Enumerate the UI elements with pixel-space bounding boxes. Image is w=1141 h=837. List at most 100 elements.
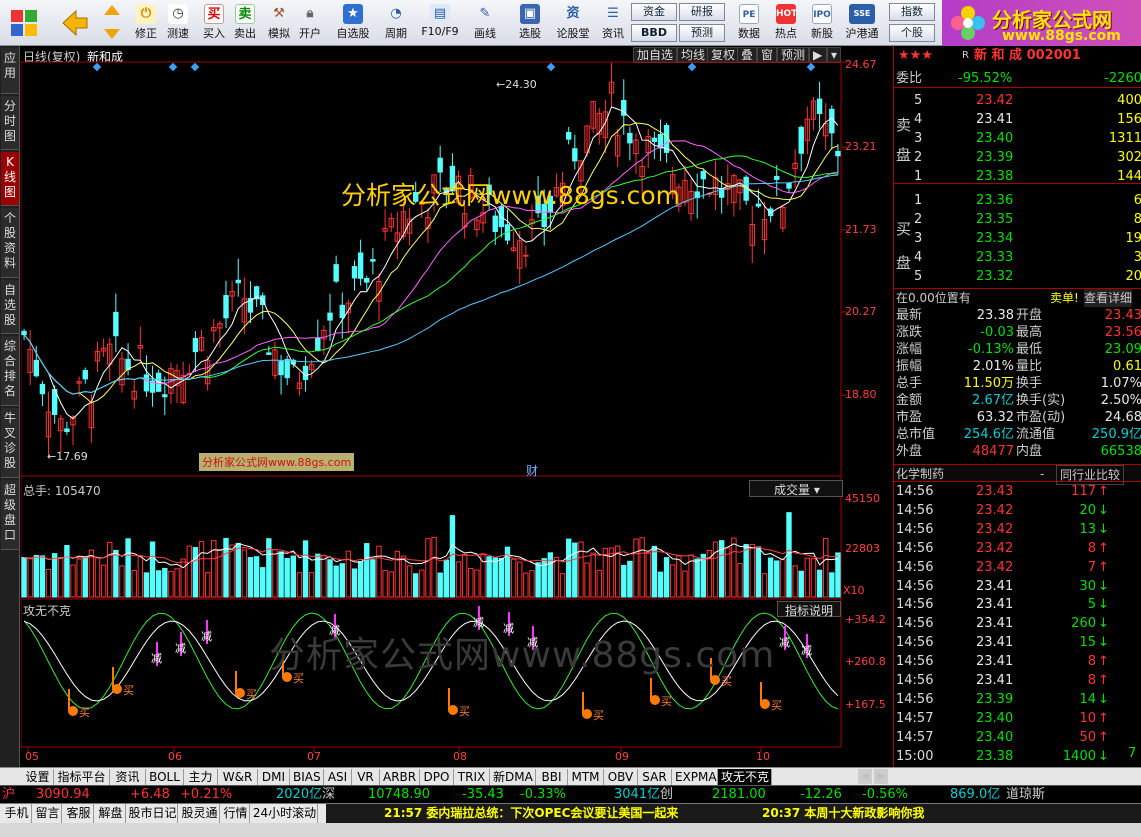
month-label: 08 xyxy=(453,750,467,763)
single-stock-button[interactable]: 个股 xyxy=(889,24,935,42)
ipo-button[interactable]: IPO 新股 xyxy=(806,2,838,44)
industry-compare-button[interactable]: 同行业比较 xyxy=(1056,465,1125,485)
shortcut-item[interactable]: 行情 xyxy=(222,804,250,823)
tab-super-panel[interactable]: 超级盘口 xyxy=(1,480,19,550)
volume-bar xyxy=(370,559,376,598)
kline-chart-area[interactable]: 日线(复权) 新和成 加自选 均线 复权 叠 窗 预测 ▶ ▾ 买买买买买买买买… xyxy=(21,46,893,767)
tab-kline[interactable]: K线图 xyxy=(1,152,19,206)
volume-bar xyxy=(168,570,174,598)
volume-bar xyxy=(204,572,211,598)
indicator-tab[interactable]: VR xyxy=(352,769,380,785)
tab-profile[interactable]: 个股资料 xyxy=(1,208,19,278)
indicator-tab[interactable]: ARBR xyxy=(380,769,420,785)
event-marker[interactable] xyxy=(806,62,816,72)
scroll-right-icon[interactable]: ▶ xyxy=(874,769,888,784)
up-down-arrows-icon[interactable] xyxy=(100,2,124,44)
tick-time: 14:56 xyxy=(896,597,934,613)
f10-button[interactable]: ▤ F10/F9 xyxy=(418,2,462,44)
detail-link[interactable]: 查看详细 xyxy=(1084,289,1133,307)
indicator-tab[interactable]: 资讯 xyxy=(110,769,146,785)
fund-button[interactable]: 资金 xyxy=(631,3,677,21)
indicator-tab[interactable]: DPO xyxy=(420,769,454,785)
shortcut-item[interactable]: 24小时滚动 xyxy=(252,804,318,823)
indicator-tab[interactable]: W&R xyxy=(218,769,258,785)
scroll-left-icon[interactable]: ◀ xyxy=(858,769,872,784)
tab-intraday[interactable]: 分时图 xyxy=(1,96,19,150)
indicator-tab[interactable]: 主力 xyxy=(184,769,218,785)
indicator-tab[interactable]: DMI xyxy=(258,769,290,785)
volume-bar xyxy=(755,546,762,598)
index-button[interactable]: 指数 xyxy=(889,3,935,21)
buy-button[interactable]: 买买入 xyxy=(198,2,230,44)
indicator-tab[interactable]: EXPMA xyxy=(672,769,718,785)
draw-line-button[interactable]: ✎ 画线 xyxy=(466,2,504,44)
forum-button[interactable]: 资论股堂 xyxy=(553,2,593,44)
volume-bar xyxy=(364,543,370,598)
tick-time: 14:56 xyxy=(896,540,934,556)
candle-body xyxy=(565,131,572,140)
shortcut-item[interactable]: 股灵通 xyxy=(180,804,220,823)
shortcut-item[interactable]: 客服 xyxy=(64,804,94,823)
event-marker[interactable] xyxy=(687,62,697,72)
data-button[interactable]: PE 数据 xyxy=(734,2,764,44)
sell-button[interactable]: 卖卖出 xyxy=(229,2,261,44)
back-arrow-icon[interactable] xyxy=(58,2,92,44)
research-button[interactable]: 研报 xyxy=(679,3,725,21)
indicator-tab[interactable]: SAR xyxy=(638,769,672,785)
volume-bar xyxy=(682,570,688,598)
candle-body xyxy=(82,370,88,380)
indicator-tab[interactable]: BOLL xyxy=(146,769,184,785)
news-item-1[interactable]: 21:57 委内瑞拉总统：下次OPEC会议要让美国一起来 xyxy=(384,804,678,823)
indicator-tab[interactable]: BBI xyxy=(536,769,568,785)
open-account-button[interactable]: 🔒︎ 开户 xyxy=(294,2,326,44)
forecast-button[interactable]: 预测 xyxy=(679,24,725,42)
financial-marker[interactable]: 财 xyxy=(526,462,538,479)
sell-signal-label: 减 xyxy=(151,652,162,665)
tab-watchlist[interactable]: 自选股 xyxy=(1,280,19,334)
indicator-tab[interactable]: TRIX xyxy=(454,769,490,785)
indicator-tab[interactable]: MTM xyxy=(568,769,604,785)
windows-logo-icon[interactable] xyxy=(4,2,44,44)
volume-bar xyxy=(192,547,199,598)
tab-apps[interactable]: 应用 xyxy=(1,48,19,94)
event-marker[interactable] xyxy=(190,62,200,72)
indicator-tab[interactable]: ASI xyxy=(324,769,352,785)
news-ticker[interactable]: 21:57 委内瑞拉总统：下次OPEC会议要让美国一起来 20:37 本周十大新… xyxy=(326,804,1141,824)
tab-diagnosis[interactable]: 牛叉诊股 xyxy=(1,408,19,478)
fix-button[interactable]: ⏻ 修正 xyxy=(128,2,164,44)
hotspot-button[interactable]: HOT 热点 xyxy=(770,2,802,44)
volume-dropdown[interactable]: 成交量 ▾ xyxy=(749,480,843,497)
volume-bar xyxy=(731,537,737,598)
arrow-down-icon: ↓ xyxy=(1098,597,1109,613)
tab-ranking[interactable]: 综合排名 xyxy=(1,336,19,406)
event-marker[interactable] xyxy=(92,62,102,72)
indicator-tab[interactable]: 设置 xyxy=(22,769,54,785)
event-marker[interactable] xyxy=(168,62,178,72)
f10-icon: ▤ xyxy=(430,4,450,24)
volume-bar xyxy=(835,552,841,598)
watchlist-button[interactable]: ★ 自选股 xyxy=(332,2,374,44)
news-button[interactable]: ☰ 资讯 xyxy=(598,2,628,44)
shortcut-item[interactable]: 股市日记 xyxy=(128,804,178,823)
event-marker[interactable] xyxy=(546,62,556,72)
hk-connect-button[interactable]: SSE 沪港通 xyxy=(840,2,884,44)
indicator-tab[interactable]: BIAS xyxy=(290,769,324,785)
period-button[interactable]: ◔ 周期 xyxy=(376,2,416,44)
speed-test-button[interactable]: ◷ 测速 xyxy=(160,2,196,44)
news-item-2[interactable]: 20:37 本周十大新政影响你我 xyxy=(762,804,924,823)
volume-bar xyxy=(645,552,651,598)
watchlist-label: 自选股 xyxy=(336,27,370,40)
simulate-label: 模拟 xyxy=(268,27,290,40)
shortcut-item[interactable]: 手机 xyxy=(2,804,32,823)
indicator-tab[interactable]: 指标平台 xyxy=(54,769,110,785)
stock-select-button[interactable]: ▣ 选股 xyxy=(510,2,550,44)
simulate-button[interactable]: ⚒ 模拟 xyxy=(262,2,296,44)
indicator-tab[interactable]: 新DMA xyxy=(490,769,536,785)
indicator-tab[interactable]: OBV xyxy=(604,769,638,785)
shortcut-item[interactable]: 留言 xyxy=(34,804,62,823)
shortcut-item[interactable]: 解盘 xyxy=(96,804,126,823)
indicator-help-button[interactable]: 指标说明 xyxy=(777,601,841,618)
bbd-button[interactable]: BBD xyxy=(631,24,677,42)
indicator-tab[interactable]: 攻无不克 xyxy=(718,769,772,785)
sector-name[interactable]: 化学制药 xyxy=(896,465,944,483)
